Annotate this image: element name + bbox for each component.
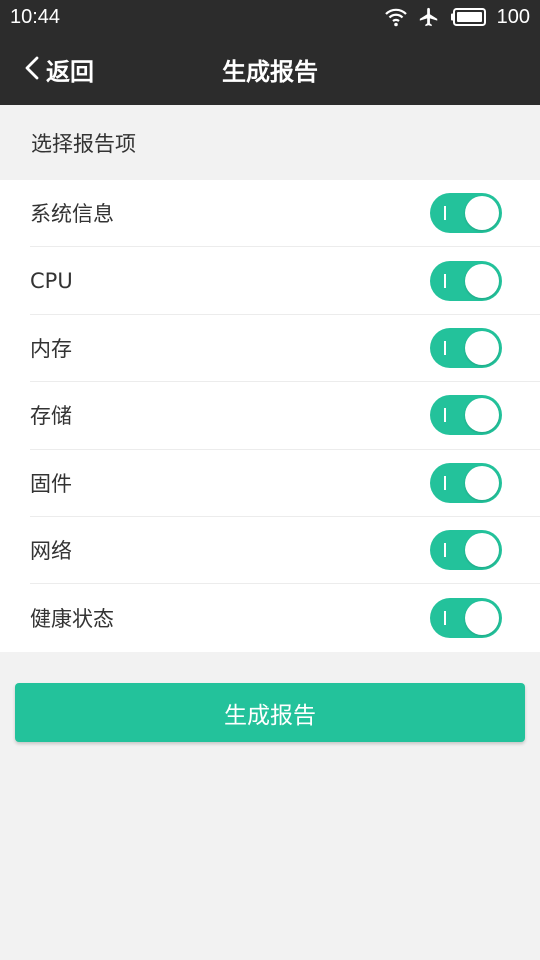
section-title: 选择报告项 [31, 131, 136, 156]
chevron-left-icon [22, 55, 42, 85]
toggle-switch[interactable] [430, 327, 502, 368]
list-item-memory: 内存 [30, 315, 540, 383]
toggle-switch[interactable] [430, 462, 502, 503]
generate-report-button[interactable]: 生成报告 [15, 683, 525, 742]
list-item-label: 网络 [30, 539, 72, 564]
wifi-icon [384, 7, 407, 27]
toggle-on-mark [444, 408, 446, 423]
list-item-storage: 存储 [30, 382, 540, 450]
toggle-on-mark [444, 475, 446, 490]
list-item-label: 内存 [30, 336, 72, 361]
battery-level: 100 [496, 5, 530, 28]
list-item-label: 存储 [30, 404, 72, 429]
report-item-list: 系统信息 CPU 内存 存储 固件 网络 健康状态 [0, 180, 540, 652]
toggle-knob [465, 330, 499, 365]
toggle-switch[interactable] [430, 598, 502, 639]
toggle-on-mark [444, 543, 446, 558]
toggle-knob [465, 601, 499, 636]
battery-icon [450, 7, 487, 27]
toggle-switch[interactable] [430, 395, 502, 436]
toggle-on-mark [444, 340, 446, 355]
status-time: 10:44 [10, 5, 61, 28]
toggle-knob [465, 263, 499, 298]
list-item-network: 网络 [30, 517, 540, 585]
status-bar: 10:44 100 [0, 0, 540, 34]
app-header: 返回 生成报告 [0, 34, 540, 105]
back-button[interactable]: 返回 [22, 34, 94, 105]
list-item-label: CPU [30, 268, 73, 293]
toggle-on-mark [444, 206, 446, 221]
list-item-label: 系统信息 [30, 202, 114, 227]
toggle-on-mark [444, 611, 446, 626]
list-item-label: 固件 [30, 471, 72, 496]
list-item-firmware: 固件 [30, 450, 540, 517]
toggle-on-mark [444, 273, 446, 288]
toggle-knob [465, 196, 499, 231]
toggle-switch[interactable] [430, 260, 502, 301]
list-item-cpu: CPU [30, 247, 540, 315]
list-item-health-status: 健康状态 [30, 584, 540, 651]
toggle-switch[interactable] [430, 193, 502, 234]
toggle-knob [465, 533, 499, 568]
toggle-switch[interactable] [430, 530, 502, 571]
back-label: 返回 [46, 58, 94, 86]
list-item-system-info: 系统信息 [30, 180, 540, 248]
toggle-knob [465, 465, 499, 500]
status-icons: 100 [384, 5, 530, 29]
toggle-knob [465, 398, 499, 433]
list-item-label: 健康状态 [30, 607, 114, 632]
airplane-icon [417, 6, 441, 28]
